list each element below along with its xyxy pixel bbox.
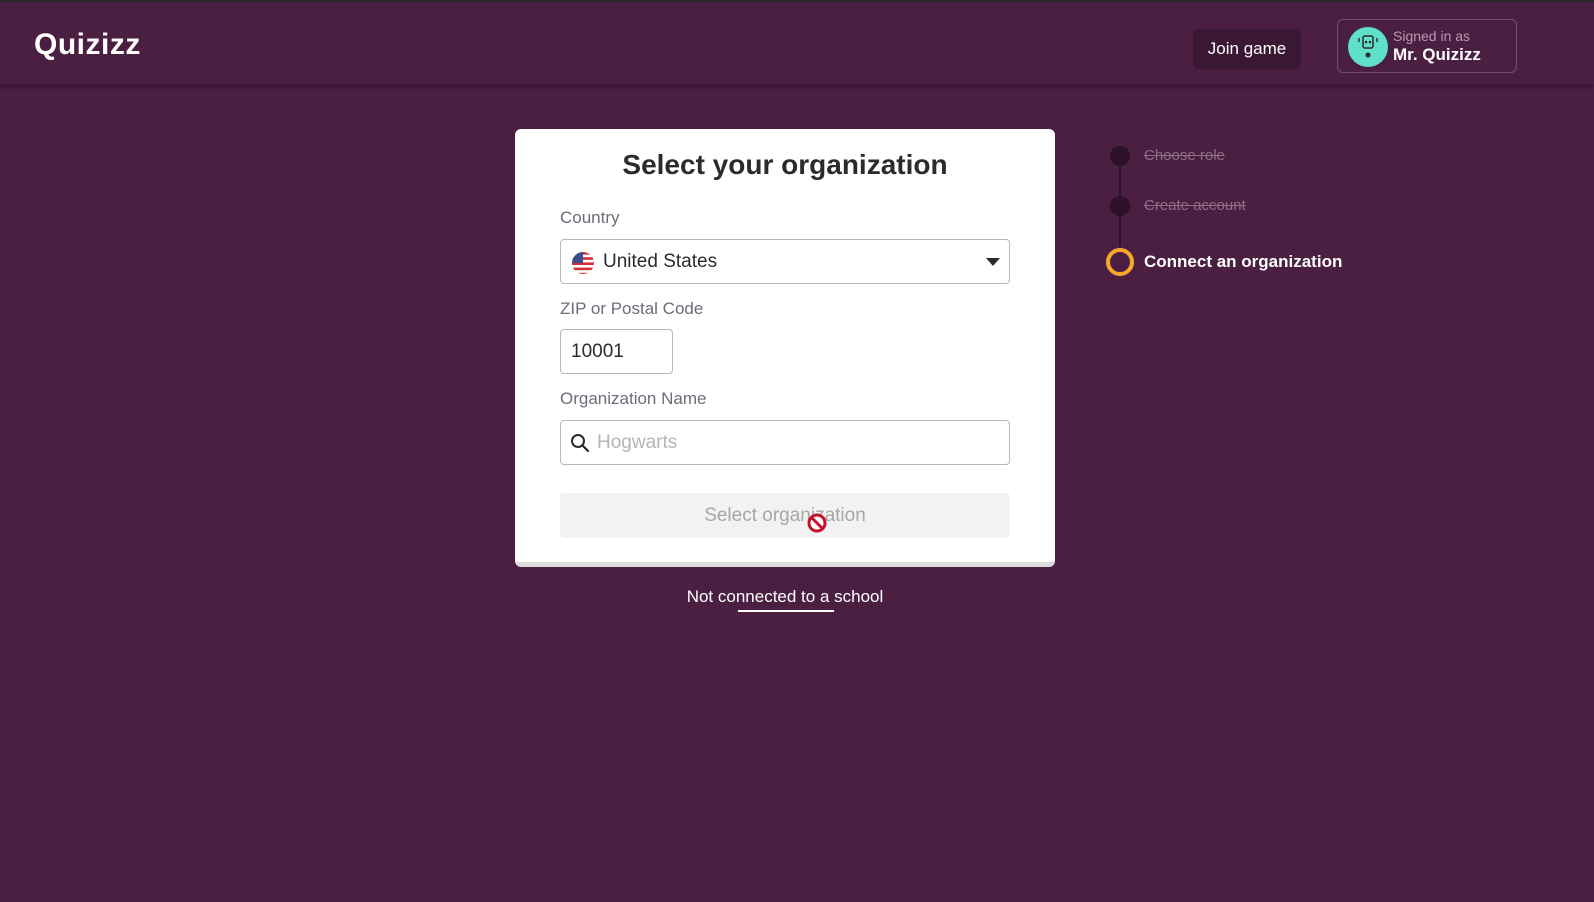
step-choose-role: Choose role [1144, 147, 1225, 164]
avatar [1348, 27, 1388, 67]
country-value: United States [603, 251, 718, 272]
page-title: Select your organization [622, 149, 948, 180]
zip-field[interactable] [560, 329, 673, 374]
top-navigation-bar: Quizizz Join game Signed in as Mr. Quizi… [0, 0, 1594, 84]
not-allowed-cursor-icon [807, 513, 827, 533]
step-connect-organization: Connect an organization [1144, 252, 1343, 271]
not-connected-link[interactable]: Not connected to a school [0, 587, 1570, 607]
search-icon [571, 434, 590, 453]
user-account-menu[interactable]: Signed in as Mr. Quizizz [1337, 19, 1517, 73]
country-select[interactable]: United States [560, 239, 1010, 284]
organization-name-label: Organization Name [560, 389, 707, 408]
organization-form-card: Select your organization Country United … [515, 129, 1055, 567]
avatar-face-icon [1358, 35, 1378, 58]
step-dot-create-account [1110, 196, 1130, 216]
step-create-account: Create account [1144, 197, 1246, 214]
organization-search-input[interactable] [597, 422, 1002, 463]
chevron-down-icon [986, 258, 1000, 266]
join-game-button[interactable]: Join game [1193, 29, 1301, 69]
quizizz-logo[interactable]: Quizizz [34, 28, 141, 62]
us-flag-icon [572, 252, 594, 274]
organization-search-field[interactable] [560, 420, 1010, 465]
progress-steps: Choose role Create account Connect an or… [1100, 140, 1400, 290]
country-label: Country [560, 208, 620, 227]
step-active-indicator [1106, 248, 1134, 276]
step-dot-choose-role [1110, 146, 1130, 166]
zip-label: ZIP or Postal Code [560, 299, 704, 318]
link-underline [738, 610, 834, 612]
user-name: Mr. Quizizz [1393, 45, 1481, 64]
select-organization-button[interactable]: Select organization [560, 493, 1010, 538]
signed-in-label: Signed in as [1393, 28, 1471, 44]
